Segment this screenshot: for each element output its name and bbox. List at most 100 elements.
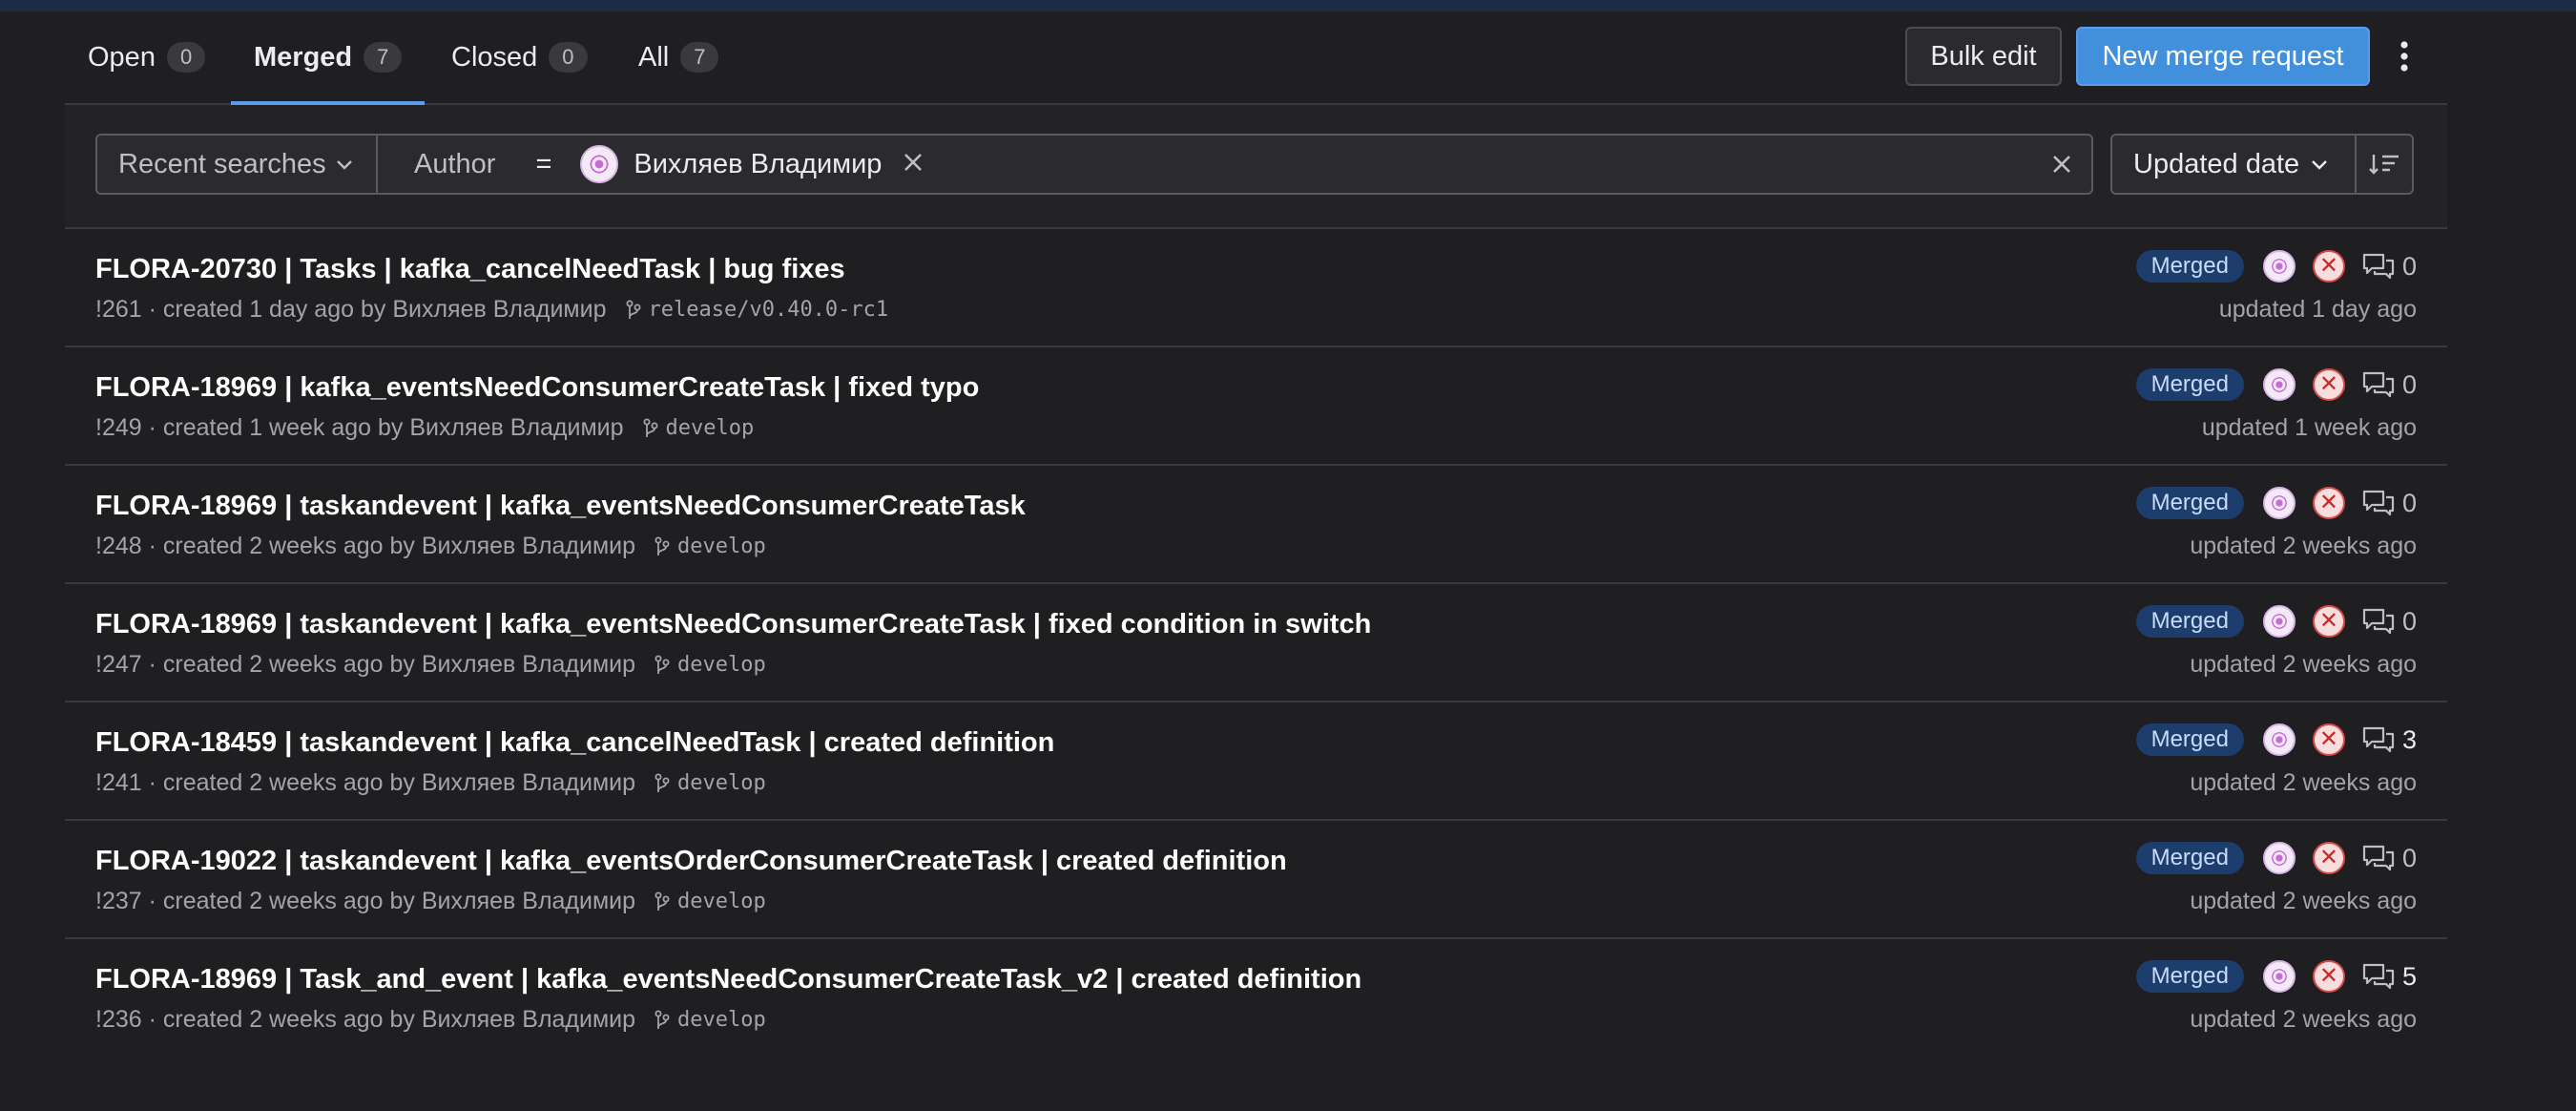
- sort-by-dropdown[interactable]: Updated date: [2110, 134, 2357, 195]
- filter-token-value[interactable]: Вихляев Владимир: [634, 149, 882, 180]
- merge-request-status-area: Merged ✕ 5: [2135, 960, 2417, 993]
- comments-link[interactable]: 0: [2362, 607, 2417, 637]
- merge-request-row: FLORA-20730 | Tasks | kafka_cancelNeedTa…: [65, 229, 2447, 347]
- recent-searches-dropdown[interactable]: Recent searches: [95, 134, 378, 195]
- merge-request-title-link[interactable]: FLORA-18459 | taskandevent | kafka_cance…: [95, 727, 1054, 759]
- branch-icon: [654, 773, 670, 794]
- merge-request-reference: !248 · created 2 weeks ago by Вихляев Вл…: [95, 533, 636, 559]
- target-branch-link[interactable]: develop: [666, 416, 755, 440]
- comments-icon: [2362, 490, 2395, 516]
- comments-link[interactable]: 0: [2362, 370, 2417, 400]
- updated-timestamp: updated 2 weeks ago: [2190, 533, 2417, 559]
- branch-icon: [626, 300, 641, 321]
- reviewer-avatar[interactable]: ✕: [2312, 368, 2345, 401]
- assignee-avatar[interactable]: [2262, 250, 2296, 283]
- tab-merged[interactable]: Merged 7: [230, 11, 426, 105]
- comments-link[interactable]: 0: [2362, 252, 2417, 282]
- reviewer-avatar[interactable]: ✕: [2312, 960, 2345, 993]
- target-branch-link[interactable]: develop: [677, 653, 766, 677]
- sort-by-label: Updated date: [2133, 148, 2300, 179]
- filter-token-operator[interactable]: =: [535, 149, 551, 180]
- reviewer-avatar[interactable]: ✕: [2312, 605, 2345, 638]
- tab-open[interactable]: Open 0: [88, 11, 206, 103]
- merge-request-meta: !261 · created 1 day ago by Вихляев Влад…: [95, 296, 888, 324]
- comment-count: 0: [2401, 369, 2417, 399]
- comments-icon: [2362, 963, 2395, 990]
- branch-icon: [643, 418, 658, 439]
- updated-timestamp: updated 1 day ago: [2218, 296, 2417, 323]
- assignee-avatar[interactable]: [2262, 605, 2296, 638]
- assignee-avatar[interactable]: [2262, 723, 2296, 756]
- merge-request-title-link[interactable]: FLORA-18969 | Task_and_event | kafka_eve…: [95, 964, 1361, 996]
- merge-request-reference: !247 · created 2 weeks ago by Вихляев Вл…: [95, 651, 636, 678]
- author-avatar-icon: [580, 145, 619, 183]
- branch-icon: [654, 536, 670, 557]
- chevron-down-icon: [336, 152, 353, 177]
- merge-request-title-link[interactable]: FLORA-18969 | taskandevent | kafka_event…: [95, 609, 1371, 640]
- merge-request-reference: !237 · created 2 weeks ago by Вихляев Вл…: [95, 888, 636, 914]
- more-actions-kebab-icon[interactable]: [2385, 27, 2423, 86]
- reviewer-avatar[interactable]: ✕: [2312, 250, 2345, 283]
- merge-request-status-area: Merged ✕ 3: [2135, 723, 2417, 756]
- merge-request-row: FLORA-18969 | kafka_eventsNeedConsumerCr…: [65, 347, 2447, 466]
- merge-request-row: FLORA-19022 | taskandevent | kafka_event…: [65, 821, 2447, 939]
- status-badge: Merged: [2135, 605, 2244, 638]
- comments-link[interactable]: 3: [2362, 725, 2417, 755]
- merge-request-status-area: Merged ✕ 0: [2135, 487, 2417, 519]
- tab-count-badge: 0: [166, 42, 206, 73]
- target-branch-link[interactable]: develop: [677, 890, 766, 913]
- merge-request-meta: !247 · created 2 weeks ago by Вихляев Вл…: [95, 651, 766, 679]
- merge-requests-page: Open 0 Merged 7 Closed 0 All 7 Bulk edit…: [65, 11, 2447, 1056]
- comments-link[interactable]: 5: [2362, 962, 2417, 992]
- sort-direction-icon[interactable]: [2355, 134, 2414, 195]
- chevron-down-icon: [2311, 152, 2328, 177]
- filter-bar: Recent searches Author = Вихляев Владими…: [65, 105, 2447, 229]
- target-branch-link[interactable]: release/v0.40.0-rc1: [649, 298, 889, 322]
- target-branch-link[interactable]: develop: [677, 771, 766, 795]
- assignee-avatar[interactable]: [2262, 487, 2296, 519]
- bulk-edit-button[interactable]: Bulk edit: [1905, 27, 2062, 86]
- recent-searches-label: Recent searches: [118, 148, 326, 179]
- filtered-search-input[interactable]: Author = Вихляев Владимир: [376, 134, 2093, 195]
- clear-search-close-icon[interactable]: [2051, 146, 2072, 183]
- updated-timestamp: updated 2 weeks ago: [2190, 1006, 2417, 1033]
- comment-count: 0: [2401, 606, 2417, 636]
- comments-link[interactable]: 0: [2362, 489, 2417, 518]
- merge-request-title-link[interactable]: FLORA-18969 | kafka_eventsNeedConsumerCr…: [95, 372, 979, 404]
- assignee-avatar[interactable]: [2262, 960, 2296, 993]
- tab-closed[interactable]: Closed 0: [451, 11, 588, 103]
- target-branch-link[interactable]: develop: [677, 1008, 766, 1032]
- reviewer-avatar[interactable]: ✕: [2312, 487, 2345, 519]
- merge-request-meta: !248 · created 2 weeks ago by Вихляев Вл…: [95, 533, 766, 560]
- merge-request-meta: !241 · created 2 weeks ago by Вихляев Вл…: [95, 769, 766, 797]
- merge-request-reference: !261 · created 1 day ago by Вихляев Влад…: [95, 296, 607, 323]
- merge-request-status-area: Merged ✕ 0: [2135, 605, 2417, 638]
- assignee-avatar[interactable]: [2262, 842, 2296, 874]
- status-badge: Merged: [2135, 250, 2244, 283]
- merge-request-row: FLORA-18969 | taskandevent | kafka_event…: [65, 584, 2447, 702]
- merge-request-title-link[interactable]: FLORA-19022 | taskandevent | kafka_event…: [95, 846, 1287, 877]
- status-badge: Merged: [2135, 842, 2244, 874]
- new-merge-request-button[interactable]: New merge request: [2076, 27, 2370, 86]
- merge-request-title-link[interactable]: FLORA-18969 | taskandevent | kafka_event…: [95, 491, 1026, 522]
- comment-count: 0: [2401, 251, 2417, 281]
- merge-request-status-area: Merged ✕ 0: [2135, 368, 2417, 401]
- remove-token-close-icon[interactable]: [903, 148, 924, 180]
- merge-request-meta: !236 · created 2 weeks ago by Вихляев Вл…: [95, 1006, 766, 1034]
- filter-token-key[interactable]: Author: [414, 149, 495, 180]
- status-badge: Merged: [2135, 368, 2244, 401]
- target-branch-link[interactable]: develop: [677, 535, 766, 558]
- updated-timestamp: updated 2 weeks ago: [2190, 651, 2417, 678]
- tab-all[interactable]: All 7: [638, 11, 719, 103]
- reviewer-avatar[interactable]: ✕: [2312, 842, 2345, 874]
- merge-request-title-link[interactable]: FLORA-20730 | Tasks | kafka_cancelNeedTa…: [95, 254, 845, 285]
- assignee-avatar[interactable]: [2262, 368, 2296, 401]
- tab-count-badge: 0: [549, 42, 588, 73]
- merge-request-row: FLORA-18969 | taskandevent | kafka_event…: [65, 466, 2447, 584]
- tab-label: All: [638, 41, 670, 73]
- comments-link[interactable]: 0: [2362, 844, 2417, 873]
- comments-icon: [2362, 608, 2395, 635]
- updated-timestamp: updated 1 week ago: [2201, 414, 2417, 441]
- reviewer-avatar[interactable]: ✕: [2312, 723, 2345, 756]
- comments-icon: [2362, 845, 2395, 871]
